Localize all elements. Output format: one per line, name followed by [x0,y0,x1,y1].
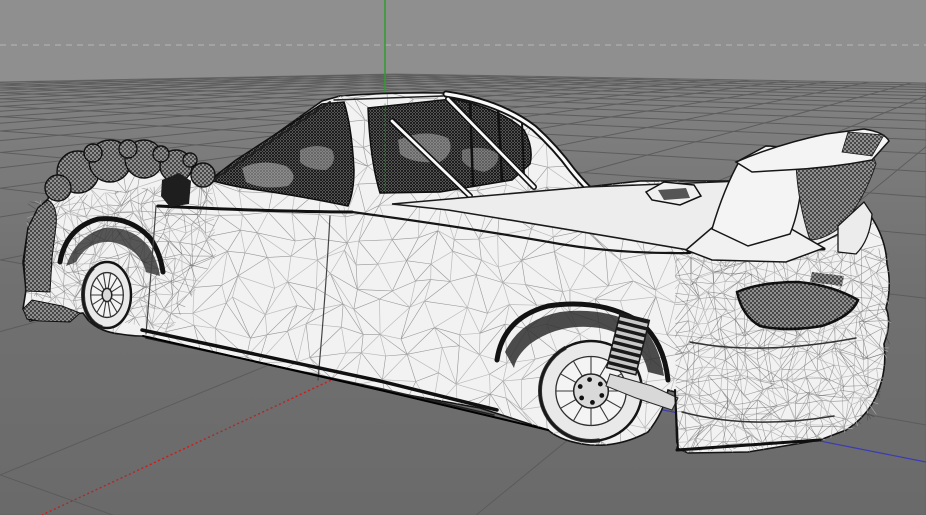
front-wheel [81,260,133,330]
viewport-canvas[interactable] [0,0,926,515]
interior-reflection-1 [242,162,294,188]
